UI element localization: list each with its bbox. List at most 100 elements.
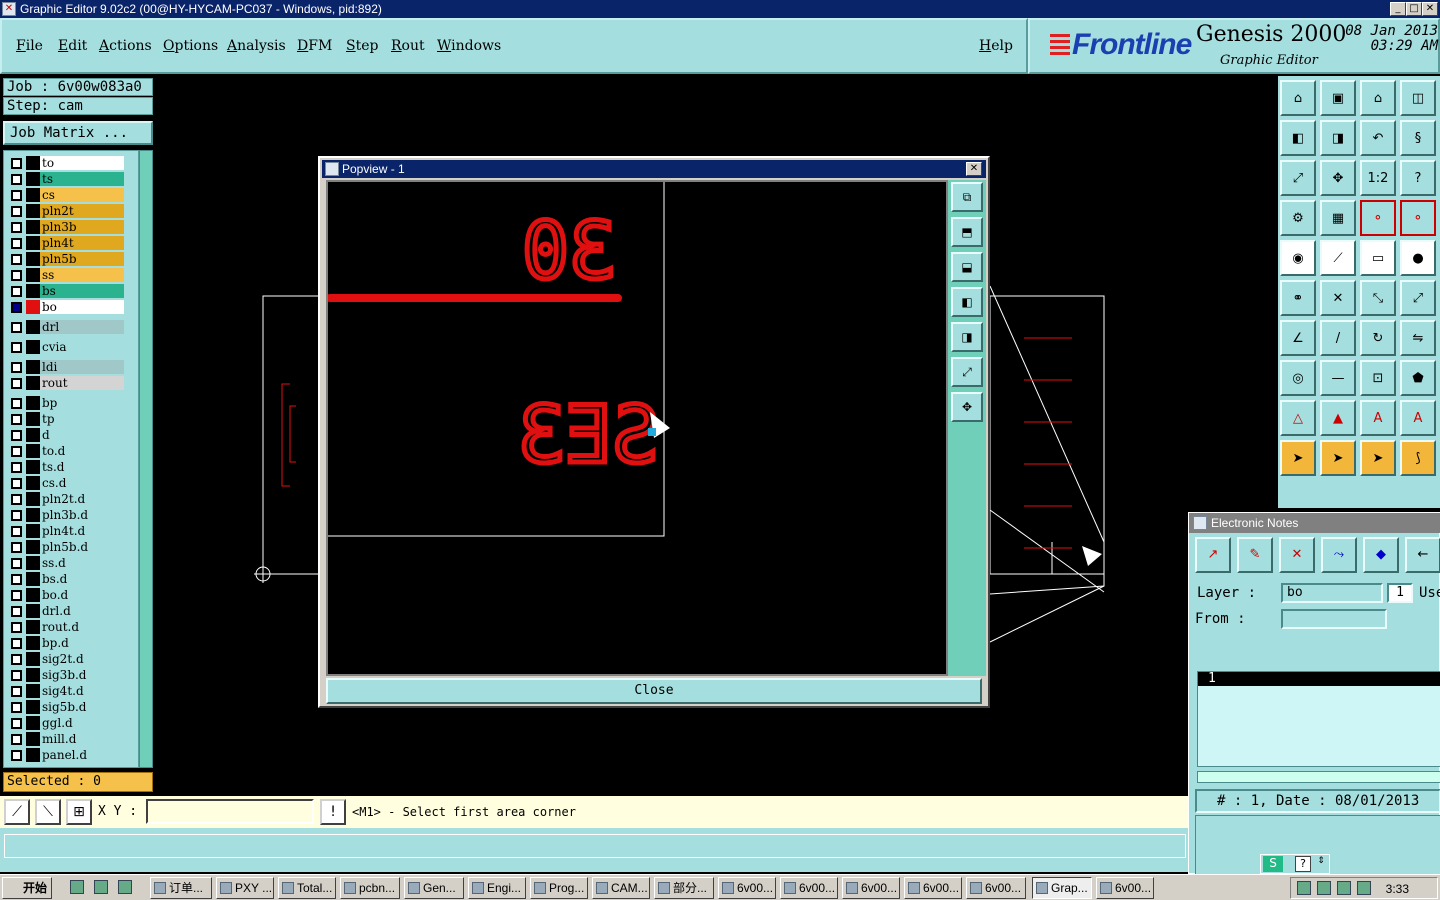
layer-row-pln5b-d[interactable]: pln5b.d: [4, 539, 138, 555]
taskbar-item[interactable]: Engi...: [468, 877, 526, 899]
layer-row-to-d[interactable]: to.d: [4, 443, 138, 459]
enotes-stepper-icon[interactable]: ⇕: [1315, 856, 1327, 872]
note-add-icon[interactable]: ↗: [1195, 537, 1231, 573]
layer-row-sig2t-d[interactable]: sig2t.d: [4, 651, 138, 667]
line-icon[interactable]: ⟋: [1320, 240, 1356, 276]
layer-checkbox[interactable]: [11, 430, 22, 441]
menu-help[interactable]: Help: [979, 38, 1013, 54]
popview-title-bar[interactable]: Popview - 1 ✕: [322, 160, 986, 178]
undo-view-icon[interactable]: ↶: [1360, 120, 1396, 156]
layer-checkbox[interactable]: [11, 542, 22, 553]
layer-row-pln5b[interactable]: pln5b: [4, 251, 138, 267]
layer-row-bp[interactable]: bp: [4, 395, 138, 411]
layer-row-to[interactable]: to: [4, 155, 138, 171]
layer-checkbox[interactable]: [11, 462, 22, 473]
box-icon[interactable]: ⊡: [1360, 360, 1396, 396]
enotes-spell-icon[interactable]: S: [1263, 856, 1283, 872]
popview-pan-up-icon[interactable]: ⬒: [951, 217, 983, 247]
layer-row-rout[interactable]: rout: [4, 375, 138, 391]
layer-checkbox[interactable]: [11, 302, 22, 313]
scale-icon[interactable]: 1:2: [1360, 160, 1396, 196]
layer-checkbox[interactable]: [11, 494, 22, 505]
shape-icon[interactable]: ⬟: [1400, 360, 1436, 396]
measure-icon[interactable]: ⟍: [35, 799, 61, 825]
quicklaunch-explorer-icon[interactable]: [94, 880, 108, 894]
xy-input[interactable]: [146, 799, 314, 824]
note-delete-icon[interactable]: ✕: [1279, 537, 1315, 573]
layer-checkbox[interactable]: [11, 378, 22, 389]
close-window-button[interactable]: ✕: [1422, 2, 1438, 16]
layer-checkbox[interactable]: [11, 750, 22, 761]
layer-row-drl[interactable]: drl: [4, 319, 138, 335]
connect-icon[interactable]: ⤡: [1360, 280, 1396, 316]
layers-b-icon[interactable]: ⚬: [1400, 200, 1436, 236]
job-matrix-button[interactable]: Job Matrix ...: [3, 121, 153, 145]
menu-dfm[interactable]: DFM: [297, 38, 332, 54]
layer-list-scrollbar[interactable]: [139, 150, 153, 768]
layer-checkbox[interactable]: [11, 286, 22, 297]
layers-a-icon[interactable]: ⚬: [1360, 200, 1396, 236]
layer-checkbox[interactable]: [11, 270, 22, 281]
layer-row-rout-d[interactable]: rout.d: [4, 619, 138, 635]
popview-close-x-button[interactable]: ✕: [966, 162, 982, 176]
taskbar-item[interactable]: 订单...: [150, 877, 212, 899]
circle-icon[interactable]: ●: [1400, 240, 1436, 276]
layer-row-pln4t-d[interactable]: pln4t.d: [4, 523, 138, 539]
note-back-icon[interactable]: ←: [1405, 537, 1440, 573]
popview-canvas[interactable]: 30 SE3: [326, 180, 948, 676]
layer-checkbox[interactable]: [11, 638, 22, 649]
pan-right-icon[interactable]: ◨: [1320, 120, 1356, 156]
net-icon[interactable]: ⚭: [1280, 280, 1316, 316]
grid-icon[interactable]: ⊞: [66, 799, 92, 825]
layer-checkbox[interactable]: [11, 414, 22, 425]
start-button[interactable]: 开始: [2, 877, 52, 899]
layer-row-mill-d[interactable]: mill.d: [4, 731, 138, 747]
arc-icon[interactable]: ↻: [1360, 320, 1396, 356]
popview-pan-right-icon[interactable]: ◨: [951, 322, 983, 352]
taskbar-item[interactable]: CAM...: [592, 877, 650, 899]
taskbar-item[interactable]: 6v00...: [966, 877, 1026, 899]
taskbar-item[interactable]: Gen...: [404, 877, 464, 899]
layer-checkbox[interactable]: [11, 446, 22, 457]
layer-checkbox[interactable]: [11, 158, 22, 169]
node-icon[interactable]: ◎: [1280, 360, 1316, 396]
layer-checkbox[interactable]: [11, 238, 22, 249]
zoom-up-icon[interactable]: ▣: [1320, 80, 1356, 116]
layer-checkbox[interactable]: [11, 702, 22, 713]
enotes-title-bar[interactable]: Electronic Notes: [1189, 513, 1440, 533]
layer-checkbox[interactable]: [11, 478, 22, 489]
layer-checkbox[interactable]: [11, 558, 22, 569]
layer-row-panel-d[interactable]: panel.d: [4, 747, 138, 763]
layer-row-pln2t-d[interactable]: pln2t.d: [4, 491, 138, 507]
window-title-bar[interactable]: ✕ Graphic Editor 9.02c2 (00@HY-HYCAM-PC0…: [0, 0, 1440, 18]
layer-checkbox[interactable]: [11, 342, 22, 353]
layer-checkbox[interactable]: [11, 590, 22, 601]
layer-checkbox[interactable]: [11, 362, 22, 373]
electronic-notes-window[interactable]: Electronic Notes ↗ ✎ ✕ ⤳ ◆ ← Layer : bo …: [1188, 512, 1440, 875]
center-icon[interactable]: ✥: [1320, 160, 1356, 196]
popview-pan-left-icon[interactable]: ◧: [951, 287, 983, 317]
taskbar-item[interactable]: 6v00...: [1096, 877, 1154, 899]
taskbar-item[interactable]: 6v00...: [842, 877, 900, 899]
layer-checkbox[interactable]: [11, 606, 22, 617]
enotes-text-area[interactable]: S ? ⇕: [1195, 815, 1440, 875]
tray-app-icon[interactable]: [1357, 881, 1371, 895]
note-edit-icon[interactable]: ✎: [1237, 537, 1273, 573]
taskbar-item[interactable]: PXY ...: [216, 877, 274, 899]
pointer-c-icon[interactable]: ➤: [1360, 440, 1396, 476]
layer-checkbox[interactable]: [11, 574, 22, 585]
layer-row-pln2t[interactable]: pln2t: [4, 203, 138, 219]
layer-row-pln3b-d[interactable]: pln3b.d: [4, 507, 138, 523]
layer-checkbox[interactable]: [11, 686, 22, 697]
menu-windows[interactable]: Windows: [437, 38, 501, 54]
layer-row-bs[interactable]: bs: [4, 283, 138, 299]
layer-list[interactable]: to ts cs pln2t pln3b pln4t pln5b ss bs bo drl cvia l…: [3, 150, 139, 768]
layer-checkbox[interactable]: [11, 654, 22, 665]
enotes-help-icon[interactable]: ?: [1295, 856, 1311, 872]
mirror-icon[interactable]: ⇋: [1400, 320, 1436, 356]
fit-icon[interactable]: ⤢: [1280, 160, 1316, 196]
layer-row-sig3b-d[interactable]: sig3b.d: [4, 667, 138, 683]
tray-security-icon[interactable]: [1337, 881, 1351, 895]
settings-icon[interactable]: ⚙: [1280, 200, 1316, 236]
layer-row-ts-d[interactable]: ts.d: [4, 459, 138, 475]
